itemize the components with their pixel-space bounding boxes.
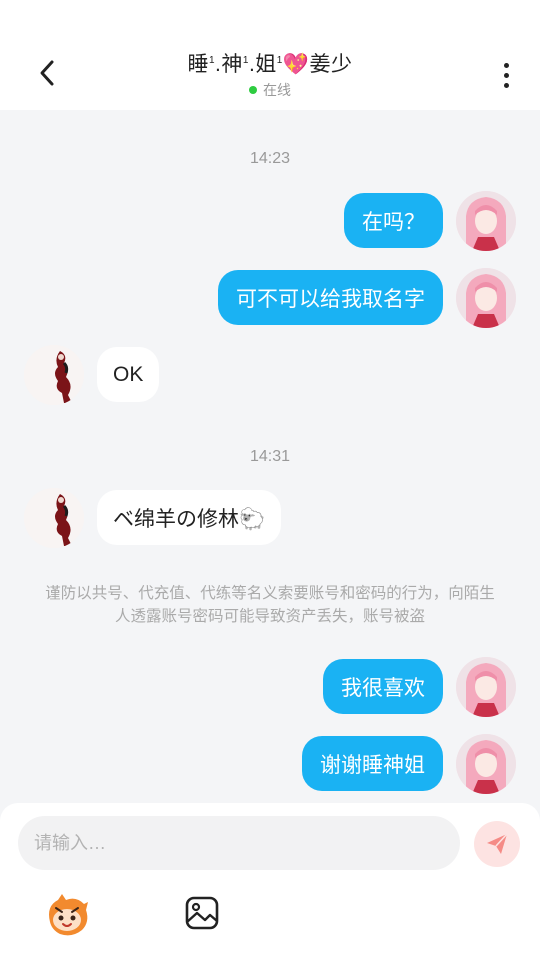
send-button[interactable]: [474, 821, 520, 867]
back-arrow-icon: [40, 60, 54, 86]
chat-title-area: 睡1.神1.姐1💖姜少 在线: [120, 48, 420, 100]
more-options-button[interactable]: [494, 58, 518, 92]
back-button[interactable]: [30, 56, 64, 90]
my-avatar[interactable]: [456, 268, 516, 328]
my-avatar[interactable]: [456, 734, 516, 794]
emoji-button[interactable]: [44, 892, 90, 938]
my-avatar[interactable]: [456, 191, 516, 251]
message-bubble-sent[interactable]: 在吗？: [344, 193, 443, 248]
online-dot: [249, 86, 257, 94]
security-warning: 谨防以共号、代充值、代练等名义索要账号和密码的行为，向陌生人透露账号密码可能导致…: [45, 585, 495, 625]
contact-avatar[interactable]: [24, 345, 84, 405]
my-avatar[interactable]: [456, 657, 516, 717]
message-composer: [0, 803, 540, 960]
message-bubble-sent[interactable]: 谢谢睡神姐: [302, 736, 443, 791]
timestamp: 14:23: [249, 150, 291, 167]
image-icon: [185, 896, 219, 930]
status-text: 在线: [263, 82, 291, 98]
message-bubble-sent[interactable]: 我很喜欢: [323, 659, 443, 714]
image-button[interactable]: [184, 895, 220, 931]
contact-avatar[interactable]: [24, 488, 84, 548]
sparkle-heart-emoji: 💖: [282, 53, 310, 76]
chat-title: 睡1.神1.姐1💖姜少: [187, 53, 353, 76]
send-icon: [487, 833, 508, 854]
message-bubble-sent[interactable]: 可不可以给我取名字: [218, 270, 443, 325]
chat-header: 睡1.神1.姐1💖姜少 在线: [0, 0, 540, 110]
message-bubble-received[interactable]: ベ绵羊の修林🐑: [97, 490, 282, 545]
emoji-mascot-icon: [49, 894, 88, 936]
online-status: 在线: [120, 80, 420, 100]
more-dots-icon: [503, 62, 509, 68]
timestamp: 14:31: [249, 448, 291, 465]
message-bubble-received[interactable]: OK: [97, 347, 160, 402]
message-input[interactable]: [18, 816, 460, 870]
